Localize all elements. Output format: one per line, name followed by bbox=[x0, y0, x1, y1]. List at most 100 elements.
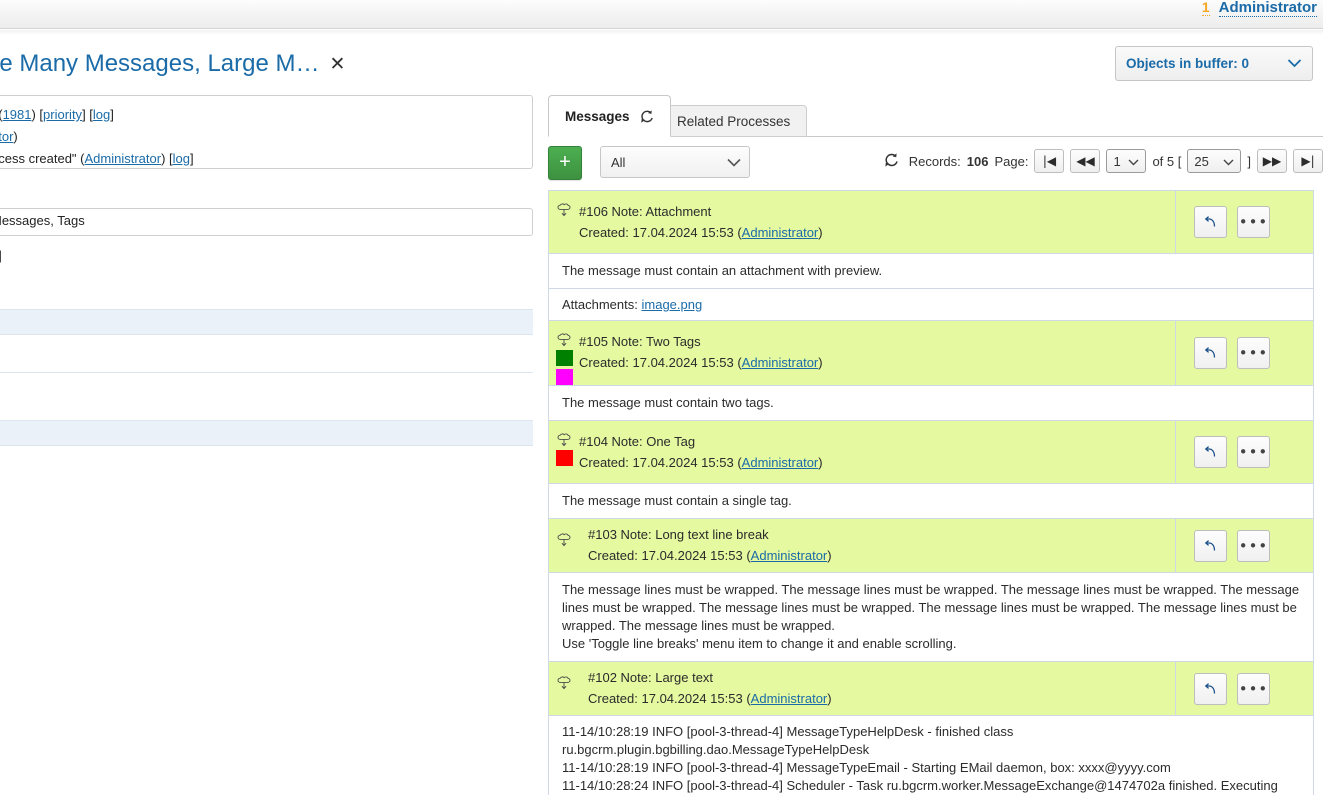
ellipsis-icon: ••• bbox=[1239, 449, 1269, 455]
reply-button[interactable] bbox=[1194, 530, 1227, 562]
attachment-link[interactable]: image.png bbox=[642, 297, 703, 312]
info-line-2: ator) bbox=[0, 126, 522, 148]
message-filter-value: All bbox=[611, 155, 625, 170]
notification-count[interactable]: 1 bbox=[1202, 0, 1210, 16]
log-line: ru.bgcrm.plugin.bgbilling.dao.MessageTyp… bbox=[562, 741, 1300, 759]
message-author-link[interactable]: Administrator bbox=[742, 225, 819, 240]
page-label: Page: bbox=[994, 154, 1028, 169]
message-author-link[interactable]: Administrator bbox=[742, 455, 819, 470]
author-link[interactable]: Administrator bbox=[85, 151, 162, 166]
created-label: Created: bbox=[588, 548, 638, 563]
more-actions-button[interactable]: ••• bbox=[1237, 337, 1270, 369]
page-number-value: 1 bbox=[1113, 154, 1120, 169]
note-icon bbox=[557, 203, 571, 217]
message-body: The message must contain two tags. bbox=[548, 385, 1314, 420]
message-created: Created: 17.04.2024 15:53 (Administrator… bbox=[588, 688, 1175, 709]
left-detail-column: ] (1981) [priority] [log] ator) ocess cr… bbox=[0, 95, 533, 695]
more-actions-button[interactable]: ••• bbox=[1237, 673, 1270, 705]
section-band-1 bbox=[0, 309, 533, 335]
message-tag-chip[interactable] bbox=[556, 369, 573, 385]
tab-messages[interactable]: Messages bbox=[548, 95, 671, 137]
prev-page-button[interactable]: ◀◀ bbox=[1070, 149, 1100, 173]
page-number-select[interactable]: 1 bbox=[1106, 149, 1146, 173]
created-label: Created: bbox=[579, 225, 629, 240]
message-title: #105 Note: Two Tags bbox=[579, 332, 1175, 352]
message-actions: ••• bbox=[1175, 321, 1313, 385]
log-line: 11-14/10:28:24 INFO [pool-3-thread-4] Sc… bbox=[562, 777, 1300, 795]
add-message-button[interactable]: + bbox=[548, 146, 582, 180]
message-icon-column bbox=[549, 519, 579, 572]
first-page-button[interactable]: |◀ bbox=[1034, 149, 1064, 173]
message-tag-chip[interactable] bbox=[556, 350, 573, 366]
last-page-button[interactable]: ▶| bbox=[1293, 149, 1323, 173]
message-body-paragraph: The message lines must be wrapped. The m… bbox=[562, 581, 1300, 635]
messages-toolbar: + All Records: 106 Page: |◀ ◀◀ 1 bbox=[548, 146, 1323, 184]
priority-link[interactable]: priority bbox=[43, 107, 82, 122]
reply-button[interactable] bbox=[1194, 206, 1227, 238]
message-created: Created: 17.04.2024 15:53 (Administrator… bbox=[579, 352, 1175, 373]
created-value: 17.04.2024 15:53 bbox=[642, 548, 743, 563]
note-icon bbox=[557, 333, 571, 347]
next-page-button[interactable]: ▶▶ bbox=[1257, 149, 1287, 173]
message-author-link[interactable]: Administrator bbox=[742, 355, 819, 370]
ellipsis-icon: ••• bbox=[1239, 350, 1269, 356]
info-line-3-pre: ocess created" ( bbox=[0, 151, 85, 166]
tags-box-value: Messages, Tags bbox=[0, 213, 85, 228]
created-label: Created: bbox=[588, 691, 638, 706]
message-header[interactable]: #105 Note: Two Tags Created: 17.04.2024 … bbox=[548, 320, 1314, 385]
objects-in-buffer-label: Objects in buffer: 0 bbox=[1126, 56, 1249, 71]
chevron-down-icon bbox=[1128, 154, 1139, 169]
page-size-select[interactable]: 25 bbox=[1187, 149, 1241, 173]
message-header[interactable]: #102 Note: Large text Created: 17.04.202… bbox=[548, 661, 1314, 715]
editors-line-post: ] bbox=[0, 248, 2, 263]
message-header[interactable]: #104 Note: One Tag Created: 17.04.2024 1… bbox=[548, 420, 1314, 483]
page-size-value: 25 bbox=[1194, 154, 1208, 169]
message-header-text: #103 Note: Long text line break Created:… bbox=[579, 519, 1175, 572]
close-icon[interactable]: ✕ bbox=[329, 55, 345, 74]
created-label: Created: bbox=[579, 355, 629, 370]
tab-related-processes[interactable]: Related Processes bbox=[660, 105, 807, 137]
note-icon bbox=[557, 533, 571, 547]
refresh-icon[interactable] bbox=[639, 109, 654, 124]
pagination-bar: Records: 106 Page: |◀ ◀◀ 1 of 5 [ 25 ] ▶… bbox=[883, 149, 1323, 173]
process-id-link[interactable]: 1981 bbox=[3, 107, 32, 122]
more-actions-button[interactable]: ••• bbox=[1237, 206, 1270, 238]
message-author-link[interactable]: Administrator bbox=[751, 548, 828, 563]
chevron-down-icon bbox=[1287, 56, 1302, 71]
created-value: 17.04.2024 15:53 bbox=[642, 691, 743, 706]
more-actions-button[interactable]: ••• bbox=[1237, 436, 1270, 468]
objects-in-buffer-dropdown[interactable]: Objects in buffer: 0 bbox=[1115, 46, 1313, 81]
tags-box[interactable]: Messages, Tags bbox=[0, 208, 533, 236]
message-tag-chip[interactable] bbox=[556, 450, 573, 466]
message-created: Created: 17.04.2024 15:53 (Administrator… bbox=[588, 545, 1175, 566]
message-icon-column bbox=[549, 191, 579, 253]
message-title: #106 Note: Attachment bbox=[579, 202, 1175, 222]
info-line-1-mid2: ] [ bbox=[82, 107, 93, 122]
message-created: Created: 17.04.2024 15:53 (Administrator… bbox=[579, 452, 1175, 473]
message-header-text: #102 Note: Large text Created: 17.04.202… bbox=[579, 662, 1175, 715]
section-row-1: o bbox=[0, 335, 533, 373]
message-author-link[interactable]: Administrator bbox=[751, 691, 828, 706]
message-header[interactable]: #106 Note: Attachment Created: 17.04.202… bbox=[548, 190, 1314, 253]
page-title-row: ge Many Messages, Large M… ✕ bbox=[0, 45, 560, 83]
note-icon bbox=[557, 676, 571, 690]
more-actions-button[interactable]: ••• bbox=[1237, 530, 1270, 562]
reply-button[interactable] bbox=[1194, 673, 1227, 705]
records-count: 106 bbox=[967, 154, 989, 169]
message-header[interactable]: #103 Note: Long text line break Created:… bbox=[548, 518, 1314, 572]
ellipsis-icon: ••• bbox=[1239, 543, 1269, 549]
user-menu-link[interactable]: Administrator bbox=[1219, 0, 1317, 17]
log-link-2[interactable]: log bbox=[173, 151, 190, 166]
tab-related-processes-label: Related Processes bbox=[677, 114, 790, 129]
refresh-records-icon[interactable] bbox=[883, 152, 899, 171]
info-line-1-mid: ) [ bbox=[31, 107, 43, 122]
author-link-partial[interactable]: ator bbox=[0, 129, 13, 144]
log-link-1[interactable]: log bbox=[93, 107, 110, 122]
page-title: ge Many Messages, Large M… bbox=[0, 50, 319, 78]
message-body: The message must contain an attachment w… bbox=[548, 253, 1314, 288]
message-header-text: #105 Note: Two Tags Created: 17.04.2024 … bbox=[579, 321, 1175, 385]
reply-button[interactable] bbox=[1194, 337, 1227, 369]
editors-line: ors] bbox=[0, 248, 533, 263]
message-filter-select[interactable]: All bbox=[600, 146, 750, 178]
reply-button[interactable] bbox=[1194, 436, 1227, 468]
